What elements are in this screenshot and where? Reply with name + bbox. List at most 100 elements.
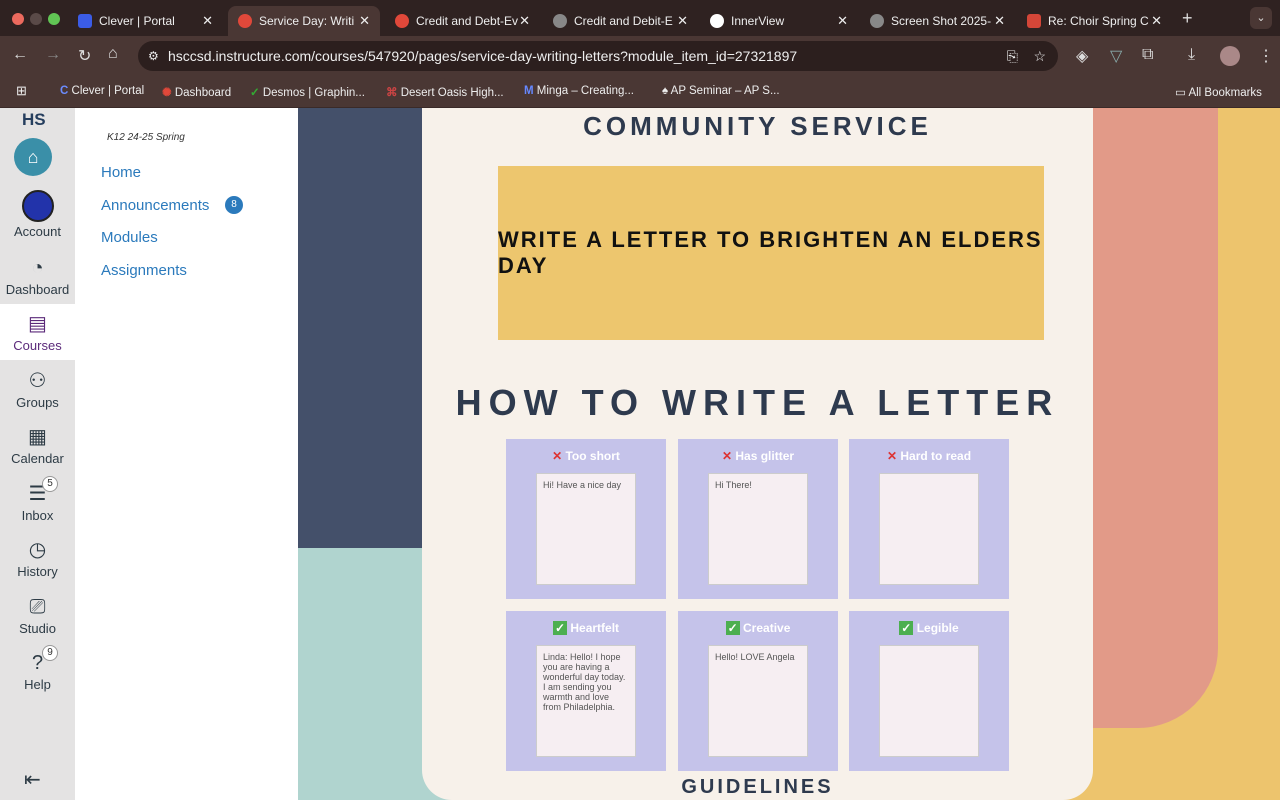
close-tab-icon[interactable]: ✕ [359, 13, 370, 29]
nav-dashboard[interactable]: ◔ Dashboard [0, 256, 75, 297]
guidelines-heading: GUIDELINES [681, 776, 834, 798]
url-bar[interactable]: ⚙ hsccsd.instructure.com/courses/547920/p… [138, 41, 1058, 71]
school-icon: ⌂ [14, 138, 52, 176]
url-text: hsccsd.instructure.com/courses/547920/pa… [168, 48, 798, 64]
nav-studio[interactable]: ⎚ Studio [0, 595, 75, 636]
tab[interactable]: Clever | Portal ✕ [68, 6, 223, 36]
nav-history[interactable]: ◷ History [0, 538, 75, 579]
nav-groups[interactable]: ⚇ Groups [0, 369, 75, 410]
site-info-icon[interactable]: ⚙ [148, 41, 159, 71]
download-icon[interactable]: ⤓ [1188, 46, 1195, 64]
studio-icon: ⎚ [29, 596, 46, 618]
dashboard-icon: ◔ [31, 257, 44, 279]
nav-account[interactable]: Account [0, 190, 75, 239]
collapse-nav-icon[interactable]: ⇤ [24, 768, 41, 792]
all-bookmarks-label: All Bookmarks [1188, 87, 1262, 99]
groups-icon: ⚇ [28, 370, 47, 392]
example-label-text: Heartfelt [570, 621, 620, 635]
course-term: K12 24-25 Spring [107, 132, 185, 143]
letter-image: Hi! Have a nice day [536, 473, 636, 585]
bookmark[interactable]: C Clever | Portal [60, 85, 144, 97]
tab-title: Credit and Debt-Ev [416, 14, 519, 28]
minimize-window-button[interactable] [30, 13, 42, 25]
apps-icon[interactable]: ⊞ [16, 83, 27, 99]
profile-avatar[interactable] [1220, 46, 1240, 66]
example-card: ✕ Has glitter Hi There! [678, 439, 838, 599]
nav-inbox[interactable]: ☰ 5 Inbox [0, 476, 75, 523]
announcements-badge: 8 [225, 196, 243, 214]
poster-subheading: HOW TO WRITE A LETTER [455, 382, 1060, 423]
check-icon: ✓ [552, 621, 568, 635]
close-window-button[interactable] [12, 13, 24, 25]
reload-icon[interactable]: ↻ [78, 46, 91, 66]
banner-text: WRITE A LETTER TO BRIGHTEN AN ELDERS DAY [498, 227, 1043, 278]
nav-label: Account [14, 224, 61, 239]
tab[interactable]: InnerView ✕ [700, 6, 858, 36]
tab-title: Credit and Debit-E [574, 14, 673, 28]
example-card: ✓ Heartfelt Linda: Hello! I hope you are … [506, 611, 666, 771]
extension-shield-icon[interactable]: ◈ [1076, 46, 1088, 66]
avatar [21, 190, 54, 222]
close-tab-icon[interactable]: ✕ [994, 13, 1005, 29]
example-label-text: Legible [916, 621, 959, 635]
example-label: ✕ Too short [506, 449, 666, 463]
tab[interactable]: Credit and Debt-Ev ✕ [385, 6, 540, 36]
back-icon[interactable]: ← [12, 46, 28, 64]
example-card: ✕ Too short Hi! Have a nice day [506, 439, 666, 599]
new-tab-button[interactable]: + [1182, 8, 1193, 29]
example-label: ✓ Creative [678, 621, 838, 635]
all-bookmarks[interactable]: ▭ All Bookmarks [1175, 85, 1262, 99]
tab[interactable]: Re: Choir Spring C ✕ [1017, 6, 1172, 36]
install-icon[interactable]: ⎘ [1007, 41, 1018, 71]
bookmark[interactable]: M Minga – Creating... [524, 85, 634, 97]
tab[interactable]: Credit and Debit-E ✕ [543, 6, 698, 36]
close-tab-icon[interactable]: ✕ [677, 13, 688, 29]
check-icon: ✓ [725, 621, 740, 635]
extension-icon[interactable]: ▽ [1110, 46, 1122, 66]
forward-icon[interactable]: → [45, 46, 61, 64]
course-nav-home[interactable]: Home [101, 164, 141, 181]
maximize-window-button[interactable] [48, 13, 60, 25]
example-label: ✕ Has glitter [678, 449, 838, 463]
home-icon[interactable]: ⌂ [108, 45, 118, 63]
nav-calendar[interactable]: ▦ Calendar [0, 425, 75, 466]
x-icon: ✕ [886, 449, 898, 463]
tab-title: InnerView [731, 14, 785, 28]
bookmark[interactable]: ♠ AP Seminar – AP S... [662, 85, 780, 97]
course-navigation: K12 24-25 Spring Home Announcements 8 Mo… [75, 108, 298, 800]
school-logo[interactable]: HS [22, 110, 46, 130]
close-tab-icon[interactable]: ✕ [202, 13, 213, 29]
bookmark[interactable]: ✓ Desmos | Graphin... [250, 85, 365, 99]
nav-label: Inbox [21, 508, 54, 523]
letter-image: Linda: Hello! I hope you are having a wo… [536, 645, 636, 757]
close-tab-icon[interactable]: ✕ [519, 13, 530, 29]
poster-banner: WRITE A LETTER TO BRIGHTEN AN ELDERS DAY [498, 166, 1044, 340]
nav-help[interactable]: ? 9 Help [0, 645, 75, 692]
bookmark[interactable]: ⌘ Desert Oasis High... [386, 85, 504, 99]
bookmark-label: Desert Oasis High... [400, 87, 504, 99]
nav-label: Dashboard [5, 282, 70, 297]
tab-active[interactable]: Service Day: Writing ✕ [228, 6, 380, 36]
x-icon: ✕ [552, 449, 563, 463]
example-card: ✓ Legible [849, 611, 1009, 771]
page-content: COMMUNITY SERVICE WRITE A LETTER TO BRIG… [298, 108, 1280, 800]
course-nav-announcements[interactable]: Announcements [101, 197, 209, 214]
close-tab-icon[interactable]: ✕ [1151, 13, 1162, 29]
tab-search-button[interactable]: ⌄ [1250, 7, 1272, 29]
course-nav-assignments[interactable]: Assignments [101, 262, 187, 279]
close-tab-icon[interactable]: ✕ [837, 13, 848, 29]
bookmark-star-icon[interactable]: ☆ [1033, 41, 1046, 71]
tab[interactable]: Screen Shot 2025- ✕ [860, 6, 1015, 36]
tab-bar: Clever | Portal ✕ Service Day: Writing ✕ C… [0, 0, 1280, 36]
nav-courses[interactable]: ▤ Courses [0, 304, 75, 360]
letter-image: Hello! LOVE Angela [708, 645, 808, 757]
letter-sample-text: Hi! Have a nice day [543, 480, 622, 490]
example-label-text: Creative [743, 621, 791, 635]
letter-image: Hi There! [708, 473, 808, 585]
extensions-icon[interactable]: ⧉ [1142, 46, 1153, 64]
bookmark[interactable]: ✺ Dashboard [162, 85, 231, 99]
calendar-icon: ▦ [28, 426, 47, 448]
check-icon: ✓ [899, 621, 914, 635]
course-nav-modules[interactable]: Modules [101, 229, 158, 246]
menu-icon[interactable]: ⋮ [1258, 46, 1274, 66]
